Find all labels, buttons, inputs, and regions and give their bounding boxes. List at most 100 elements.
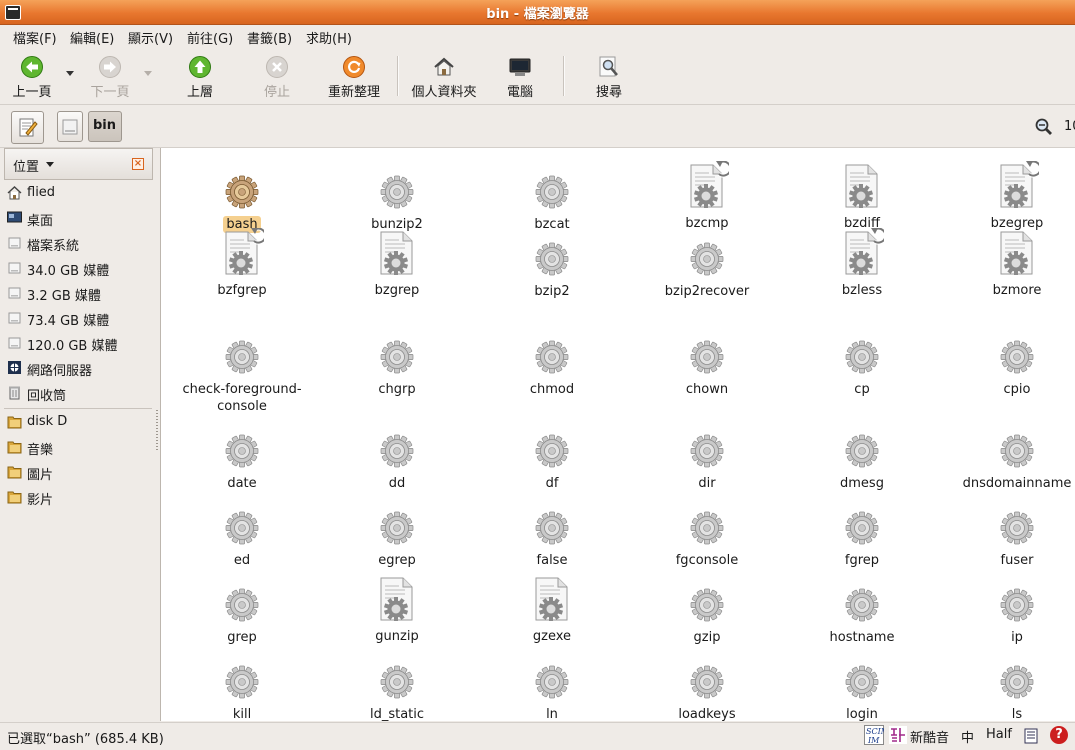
file-item[interactable]: fuser (947, 510, 1075, 569)
gear-icon (380, 175, 414, 209)
executable-icon (947, 664, 1075, 704)
file-item[interactable]: dnsdomainname (947, 433, 1075, 492)
file-item[interactable]: bunzip2 (327, 174, 467, 233)
executable-icon (947, 587, 1075, 627)
menu-help[interactable]: 求助(H) (306, 28, 352, 47)
zoom-out-icon[interactable] (1034, 117, 1054, 137)
menu-go[interactable]: 前往(G) (187, 28, 233, 47)
file-item[interactable]: fgrep (792, 510, 932, 569)
file-item[interactable]: ls (947, 664, 1075, 721)
svg-text:IM: IM (867, 736, 880, 745)
file-item[interactable]: dd (327, 433, 467, 492)
file-item[interactable]: loadkeys (637, 664, 777, 721)
file-item[interactable]: ed (172, 510, 312, 569)
scim-icon[interactable]: SCIM IM (864, 725, 890, 749)
back-history-dropdown[interactable] (66, 71, 74, 76)
crumb-bin[interactable]: bin (88, 111, 122, 142)
file-name: cpio (1003, 382, 1031, 397)
file-item[interactable]: hostname (792, 587, 932, 646)
chewing-ime-icon[interactable] (889, 726, 907, 748)
keyboard-setup-icon[interactable] (1024, 728, 1038, 748)
file-name: grep (227, 630, 257, 645)
menu-edit[interactable]: 編輯(E) (70, 28, 114, 47)
close-icon[interactable]: × (132, 158, 144, 170)
file-item[interactable]: dir (637, 433, 777, 492)
gear-icon (845, 434, 879, 468)
executable-icon (637, 510, 777, 550)
file-item[interactable]: bzip2recover (637, 241, 777, 300)
forward-history-dropdown[interactable] (144, 71, 152, 76)
toggle-location-entry-button[interactable] (11, 111, 44, 144)
file-name: date (227, 476, 257, 491)
file-item[interactable]: fgconsole (637, 510, 777, 569)
reload-button[interactable]: 重新整理 (323, 48, 385, 102)
file-name: bzgrep (374, 283, 420, 298)
file-name: ls (1011, 707, 1023, 721)
file-item[interactable]: grep (172, 587, 312, 646)
file-name: gunzip (375, 629, 419, 644)
file-item[interactable]: bzmore (947, 228, 1075, 299)
file-item[interactable]: bzless (792, 226, 932, 299)
file-name: chmod (529, 382, 575, 397)
script-icon (1000, 231, 1033, 275)
menu-file[interactable]: 檔案(F) (13, 28, 57, 47)
sidebar-item-label: 3.2 GB 媒體 (27, 289, 101, 304)
sidebar-item-label: 檔案系統 (27, 239, 80, 254)
file-item[interactable]: cpio (947, 339, 1075, 398)
input-method-name[interactable]: 新酷音 (910, 727, 949, 746)
file-item[interactable]: chgrp (327, 339, 467, 398)
file-item[interactable]: chown (637, 339, 777, 398)
file-item[interactable]: bzcmp (637, 159, 777, 232)
home-button[interactable]: 個人資料夾 (406, 48, 482, 102)
file-item[interactable]: date (172, 433, 312, 492)
file-item[interactable]: bzdiff (792, 161, 932, 232)
file-icon-view[interactable]: bash bunzip2 bzcat bzcmp bzdiff bzegrep bzfgre… (160, 148, 1075, 721)
file-item[interactable]: false (482, 510, 622, 569)
up-button[interactable]: 上層 (175, 48, 225, 102)
file-item[interactable]: bzgrep (327, 228, 467, 299)
forward-button[interactable]: 下一頁 (84, 48, 136, 102)
menu-bookmarks[interactable]: 書籤(B) (247, 28, 292, 47)
file-item[interactable]: ln (482, 664, 622, 721)
file-item[interactable]: chmod (482, 339, 622, 398)
file-item[interactable]: gzip (637, 587, 777, 646)
file-name: ip (1011, 630, 1023, 645)
computer-icon (509, 58, 531, 76)
search-button[interactable]: 搜尋 (588, 48, 630, 102)
file-item[interactable]: bzfgrep (172, 226, 312, 299)
executable-icon (327, 339, 467, 379)
file-item[interactable]: check-foreground-console (172, 339, 312, 415)
file-item[interactable]: df (482, 433, 622, 492)
back-button[interactable]: 上一頁 (6, 48, 58, 102)
file-item[interactable]: bash (172, 174, 312, 233)
file-item[interactable]: bzip2 (482, 241, 622, 300)
file-item[interactable]: bzcat (482, 174, 622, 233)
sidebar-header[interactable]: 位置 × (4, 148, 153, 180)
computer-button[interactable]: 電腦 (499, 48, 541, 102)
stop-button[interactable]: 停止 (252, 48, 302, 102)
script-icon (380, 231, 413, 275)
chevron-down-icon[interactable] (46, 162, 54, 167)
file-item[interactable]: ip (947, 587, 1075, 646)
file-name: dmesg (840, 476, 884, 491)
trash-icon (9, 386, 20, 400)
file-item[interactable]: cp (792, 339, 932, 398)
menu-view[interactable]: 顯示(V) (128, 28, 173, 47)
crumb-filesystem[interactable] (57, 111, 83, 142)
file-item[interactable]: kill (172, 664, 312, 721)
sidebar-item-label: 桌面 (27, 214, 54, 229)
input-width[interactable]: Half (986, 727, 1012, 742)
file-item[interactable]: bzegrep (947, 159, 1075, 232)
file-item[interactable]: dmesg (792, 433, 932, 492)
input-lang[interactable]: 中 (961, 727, 974, 746)
zoom-level[interactable]: 10 (1064, 119, 1075, 134)
file-item[interactable]: ld_static (327, 664, 467, 721)
executable-icon (947, 339, 1075, 379)
help-icon[interactable]: ? (1050, 726, 1068, 744)
file-item[interactable]: login (792, 664, 932, 721)
executable-icon (792, 664, 932, 704)
executable-icon (327, 510, 467, 550)
file-item[interactable]: gunzip (327, 574, 467, 645)
file-item[interactable]: egrep (327, 510, 467, 569)
file-item[interactable]: gzexe (482, 574, 622, 645)
